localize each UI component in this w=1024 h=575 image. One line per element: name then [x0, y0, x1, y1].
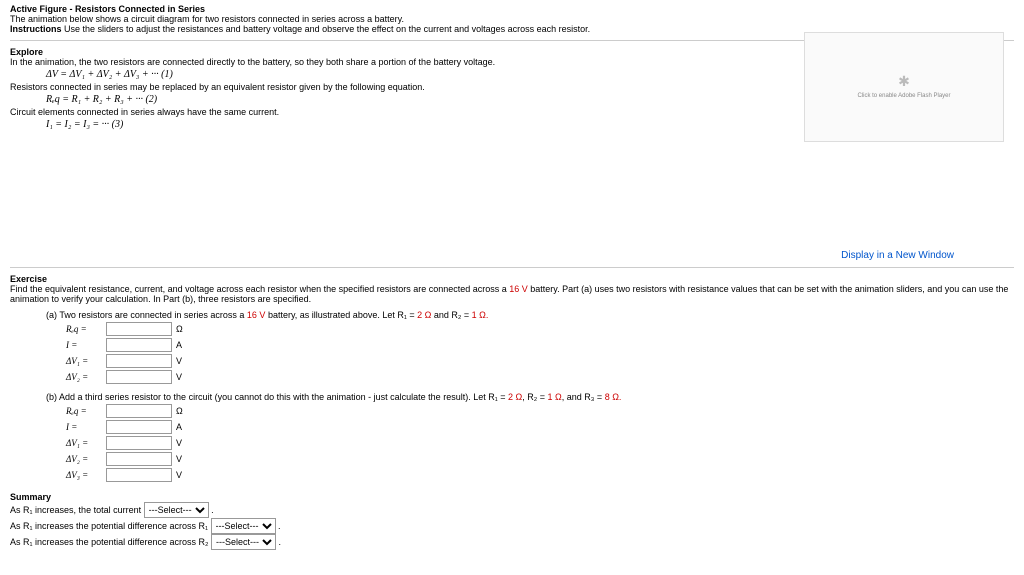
- unit-label: V: [176, 470, 182, 480]
- input-row: ΔV₂ = V: [66, 452, 1014, 466]
- unit-label: A: [176, 340, 182, 350]
- flash-icon: ✱: [805, 73, 1003, 90]
- figure-title: Active Figure - Resistors Connected in S…: [10, 4, 205, 14]
- unit-label: V: [176, 454, 182, 464]
- summary-select-1[interactable]: ---Select---: [144, 502, 209, 518]
- exercise-heading: Exercise: [10, 274, 47, 284]
- header: Active Figure - Resistors Connected in S…: [10, 4, 1014, 34]
- input-row: ΔV₃ = V: [66, 468, 1014, 482]
- input-label: Rₑq =: [66, 324, 102, 334]
- summary-section: Summary As R₁ increases, the total curre…: [10, 492, 1014, 550]
- part-a-input-0[interactable]: [106, 322, 172, 336]
- part-b-inputs: Rₑq = Ω I = A ΔV₁ = V ΔV₂ = V ΔV₃ = V: [10, 404, 1014, 482]
- summary-heading: Summary: [10, 492, 51, 502]
- display-link-row: Display in a New Window: [10, 250, 1014, 261]
- summary-line1: As R₁ increases, the total current: [10, 505, 144, 515]
- unit-label: Ω: [176, 324, 183, 334]
- exercise-intro: Find the equivalent resistance, current,…: [10, 284, 1014, 304]
- part-b-input-0[interactable]: [106, 404, 172, 418]
- summary-line3: As R₁ increases the potential difference…: [10, 537, 211, 547]
- unit-label: V: [176, 356, 182, 366]
- unit-label: A: [176, 422, 182, 432]
- input-row: I = A: [66, 420, 1014, 434]
- part-b-input-3[interactable]: [106, 452, 172, 466]
- divider: [10, 267, 1014, 268]
- display-new-window-link[interactable]: Display in a New Window: [841, 250, 954, 261]
- part-a-input-2[interactable]: [106, 354, 172, 368]
- input-label: ΔV₃ =: [66, 470, 102, 480]
- input-row: ΔV₂ = V: [66, 370, 1014, 384]
- input-label: I =: [66, 422, 102, 432]
- exercise-section: Exercise Find the equivalent resistance,…: [10, 274, 1014, 482]
- part-b-text: (b) Add a third series resistor to the c…: [46, 392, 1014, 402]
- input-label: ΔV₂ =: [66, 372, 102, 382]
- part-a-input-3[interactable]: [106, 370, 172, 384]
- figure-desc: The animation below shows a circuit diag…: [10, 14, 404, 24]
- instructions-label: Instructions: [10, 24, 62, 34]
- summary-select-3[interactable]: ---Select---: [211, 534, 276, 550]
- input-label: I =: [66, 340, 102, 350]
- input-row: Rₑq = Ω: [66, 322, 1014, 336]
- input-label: Rₑq =: [66, 406, 102, 416]
- unit-label: V: [176, 372, 182, 382]
- unit-label: V: [176, 438, 182, 448]
- part-b-input-1[interactable]: [106, 420, 172, 434]
- unit-label: Ω: [176, 406, 183, 416]
- input-label: ΔV₁ =: [66, 438, 102, 448]
- explore-heading: Explore: [10, 47, 43, 57]
- input-label: ΔV₁ =: [66, 356, 102, 366]
- part-b-input-4[interactable]: [106, 468, 172, 482]
- part-a-text: (a) Two resistors are connected in serie…: [46, 310, 1014, 320]
- summary-line2: As R₁ increases the potential difference…: [10, 521, 211, 531]
- instructions-text: Use the sliders to adjust the resistance…: [64, 24, 590, 34]
- input-label: ΔV₂ =: [66, 454, 102, 464]
- input-row: ΔV₁ = V: [66, 354, 1014, 368]
- part-b-input-2[interactable]: [106, 436, 172, 450]
- summary-select-2[interactable]: ---Select---: [211, 518, 276, 534]
- input-row: ΔV₁ = V: [66, 436, 1014, 450]
- part-a-input-1[interactable]: [106, 338, 172, 352]
- part-a-inputs: Rₑq = Ω I = A ΔV₁ = V ΔV₂ = V: [10, 322, 1014, 384]
- input-row: Rₑq = Ω: [66, 404, 1014, 418]
- input-row: I = A: [66, 338, 1014, 352]
- flash-placeholder[interactable]: ✱ Click to enable Adobe Flash Player: [804, 32, 1004, 142]
- flash-message: Click to enable Adobe Flash Player: [857, 93, 950, 99]
- battery-voltage: 16 V: [509, 284, 528, 294]
